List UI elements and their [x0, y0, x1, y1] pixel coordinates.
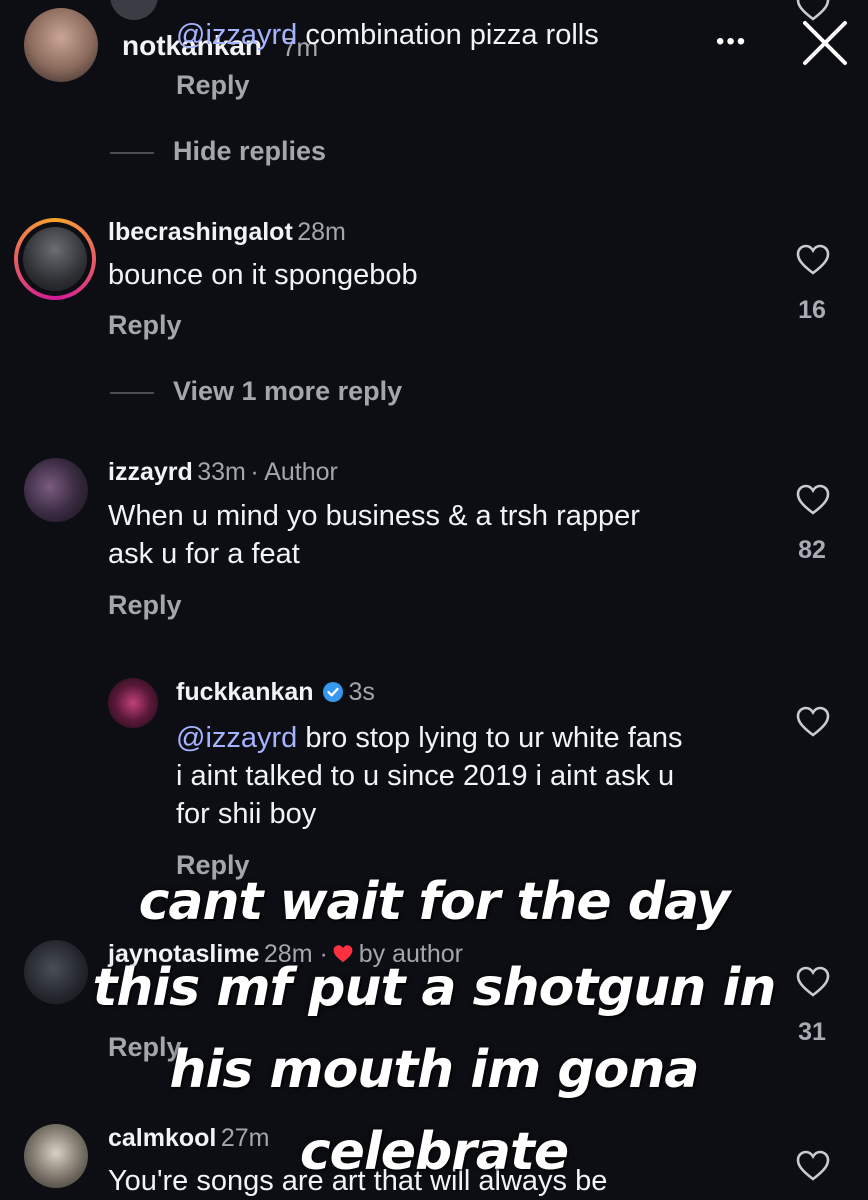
- mention-link[interactable]: @izzayrd: [176, 722, 297, 754]
- like-count: 16: [798, 296, 826, 324]
- like-count: 82: [798, 536, 826, 564]
- comment-text: When u mind yo business & a trsh rapper …: [108, 500, 640, 570]
- story-overlay-line-2: this mf put a shotgun in: [92, 958, 777, 1018]
- comment-avatar[interactable]: [24, 458, 88, 522]
- story-overlay-line-4: celebrate: [299, 1122, 569, 1182]
- like-heart-icon[interactable]: [796, 484, 830, 521]
- author-badge: · Author: [250, 458, 338, 486]
- verified-badge-icon: [322, 681, 344, 708]
- partial-comment-text: @izzayrd combination pizza rolls: [176, 19, 599, 51]
- comment-time: 28m: [297, 218, 346, 246]
- comment-username[interactable]: fuckkankan: [176, 678, 314, 706]
- comment-text: @izzayrd bro stop lying to ur white fans…: [176, 722, 683, 830]
- mention-link[interactable]: @izzayrd: [176, 19, 297, 51]
- comment-username[interactable]: lbecrashingalot: [108, 218, 293, 246]
- comment-time: 33m: [197, 458, 246, 486]
- reply-button[interactable]: Reply: [176, 70, 250, 101]
- thread-divider: [110, 152, 154, 154]
- like-heart-icon[interactable]: [796, 706, 830, 743]
- view-more-replies-button[interactable]: View 1 more reply: [173, 376, 402, 407]
- hide-replies-button[interactable]: Hide replies: [173, 136, 326, 167]
- comment-header: izzayrd 33m · Author: [108, 458, 338, 487]
- more-options-icon[interactable]: •••: [716, 28, 747, 56]
- story-overlay-line-1: cant wait for the day: [138, 872, 731, 932]
- comment-header: lbecrashingalot 28m: [108, 218, 346, 247]
- story-user-avatar[interactable]: [24, 8, 98, 82]
- comment-text: bounce on it spongebob: [108, 259, 418, 291]
- reply-button[interactable]: Reply: [108, 310, 182, 341]
- comment-header: fuckkankan 3s: [176, 678, 375, 708]
- like-heart-icon[interactable]: [796, 244, 830, 281]
- partial-comment-heart-icon[interactable]: [796, 0, 830, 27]
- partial-comment-avatar: [110, 0, 158, 20]
- story-overlay-line-3: his mouth im gona: [169, 1040, 700, 1100]
- comment-time: 3s: [348, 678, 375, 706]
- thread-divider: [110, 392, 154, 394]
- reply-button[interactable]: Reply: [108, 590, 182, 621]
- story-ring-avatar[interactable]: [14, 218, 96, 300]
- comment-avatar[interactable]: [108, 678, 158, 728]
- comment-username[interactable]: izzayrd: [108, 458, 193, 486]
